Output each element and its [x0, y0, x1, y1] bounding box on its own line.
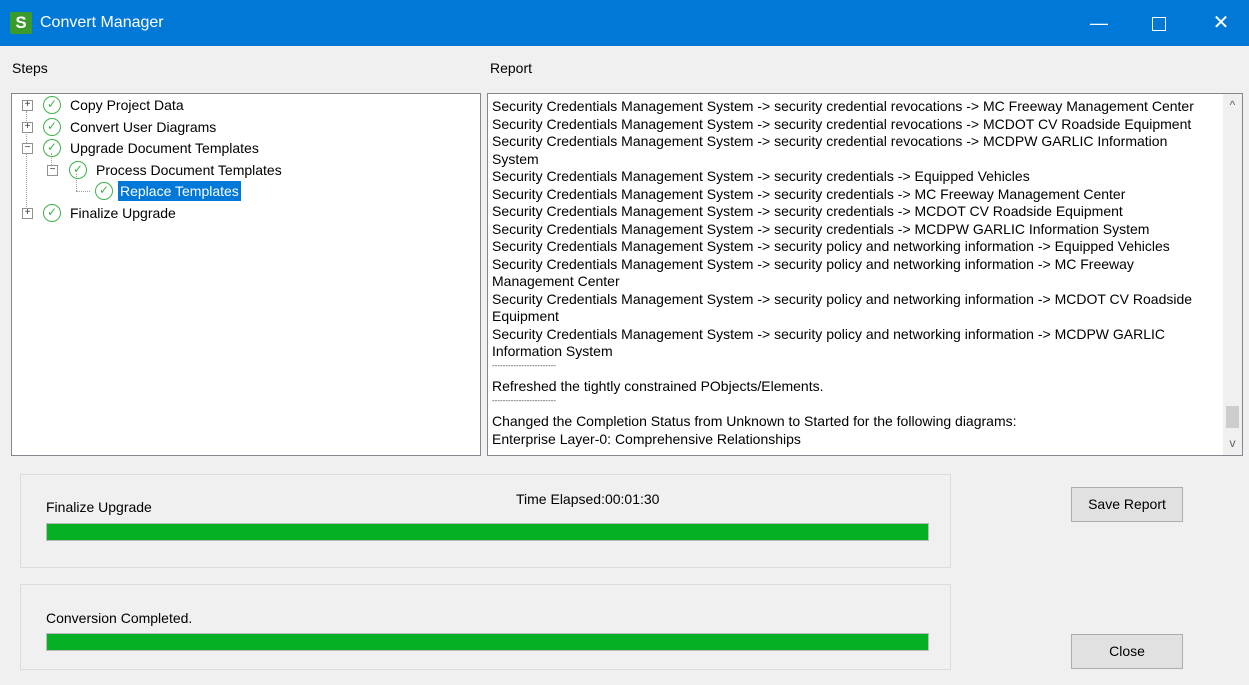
expand-icon[interactable]: +	[22, 208, 33, 219]
tree-node-upgrade-document-templates[interactable]: − ✓ Upgrade Document Templates	[12, 138, 472, 158]
report-line: Security Credentials Management System -…	[492, 115, 1192, 132]
report-content: Security Credentials Management System -…	[492, 98, 1212, 448]
report-line: Security Credentials Management System -…	[492, 98, 1194, 114]
save-report-button[interactable]: Save Report	[1071, 487, 1183, 522]
report-line: Security Credentials Management System -…	[492, 238, 1170, 254]
window-title: Convert Manager	[40, 14, 164, 31]
current-step-label: Finalize Upgrade	[46, 499, 152, 515]
report-separator: ------------------------	[492, 395, 556, 405]
finalize-upgrade-group	[20, 474, 951, 568]
report-line: Security Credentials Management System -…	[492, 255, 1134, 290]
scrollbar-thumb[interactable]	[1226, 406, 1239, 428]
report-line: Security Credentials Management System -…	[492, 133, 1168, 167]
steps-tree[interactable]: + ✓ Copy Project Data + ✓ Convert User D…	[11, 93, 481, 456]
check-circle-icon: ✓	[69, 161, 87, 179]
tree-node-label: Process Document Templates	[96, 162, 282, 178]
report-separator: ------------------------	[492, 360, 556, 370]
step-progress-bar	[46, 523, 929, 541]
check-circle-icon: ✓	[95, 182, 113, 200]
check-circle-icon: ✓	[43, 204, 61, 222]
close-window-button[interactable]: ✕	[1198, 0, 1244, 46]
conversion-status-label: Conversion Completed.	[46, 610, 193, 626]
tree-node-label: Copy Project Data	[70, 97, 184, 113]
close-icon: ✕	[1212, 12, 1230, 34]
conversion-status-group	[20, 584, 951, 670]
scroll-up-arrow-icon[interactable]: ^	[1223, 96, 1242, 114]
steps-label: Steps	[12, 60, 48, 76]
maximize-icon	[1152, 17, 1166, 32]
report-line: Enterprise Layer-0: Comprehensive Relati…	[492, 430, 801, 447]
overall-progress-bar	[46, 633, 929, 651]
time-elapsed-label: Time Elapsed:	[516, 491, 605, 507]
check-circle-icon: ✓	[43, 96, 61, 114]
collapse-icon[interactable]: −	[47, 165, 58, 176]
check-circle-icon: ✓	[43, 139, 61, 157]
tree-node-label: Finalize Upgrade	[70, 205, 176, 221]
time-elapsed-value: 00:01:30	[604, 491, 660, 507]
tree-node-process-document-templates[interactable]: − ✓ Process Document Templates	[12, 160, 472, 180]
report-line: Security Credentials Management System -…	[492, 220, 1150, 237]
scroll-down-arrow-icon[interactable]: v	[1223, 434, 1242, 452]
tree-node-copy-project-data[interactable]: + ✓ Copy Project Data	[12, 95, 472, 115]
report-line: Security Credentials Management System -…	[492, 168, 1030, 184]
tree-node-label: Upgrade Document Templates	[70, 140, 259, 156]
report-line: Security Credentials Management System -…	[492, 290, 1193, 325]
tree-node-finalize-upgrade[interactable]: + ✓ Finalize Upgrade	[12, 203, 472, 223]
title-bar: S Convert Manager — ✕	[0, 0, 1249, 46]
expand-icon[interactable]: +	[22, 100, 33, 111]
expand-icon[interactable]: +	[22, 122, 33, 133]
close-button[interactable]: Close	[1071, 634, 1183, 669]
maximize-button[interactable]	[1136, 0, 1182, 46]
tree-node-replace-templates[interactable]: ✓ Replace Templates	[12, 181, 472, 201]
check-circle-icon: ✓	[43, 118, 61, 136]
minimize-button[interactable]: —	[1076, 0, 1122, 46]
tree-node-convert-user-diagrams[interactable]: + ✓ Convert User Diagrams	[12, 117, 472, 137]
report-textbox[interactable]: Security Credentials Management System -…	[487, 93, 1225, 456]
report-label: Report	[490, 60, 533, 76]
collapse-icon[interactable]: −	[22, 143, 33, 154]
report-scrollbar[interactable]: ^ v	[1223, 93, 1243, 456]
report-line: Security Credentials Management System -…	[492, 185, 1126, 202]
app-logo-icon: S	[10, 12, 32, 34]
time-elapsed: Time Elapsed:00:01:30	[516, 491, 659, 507]
report-line: Security Credentials Management System -…	[492, 325, 1166, 360]
tree-node-label-selected: Replace Templates	[118, 181, 241, 201]
report-line: Refreshed the tightly constrained PObjec…	[492, 378, 824, 394]
tree-node-label: Convert User Diagrams	[70, 119, 217, 135]
minimize-icon: —	[1090, 13, 1108, 33]
report-line: Security Credentials Management System -…	[492, 203, 1123, 219]
report-line: Changed the Completion Status from Unkno…	[492, 413, 1017, 429]
